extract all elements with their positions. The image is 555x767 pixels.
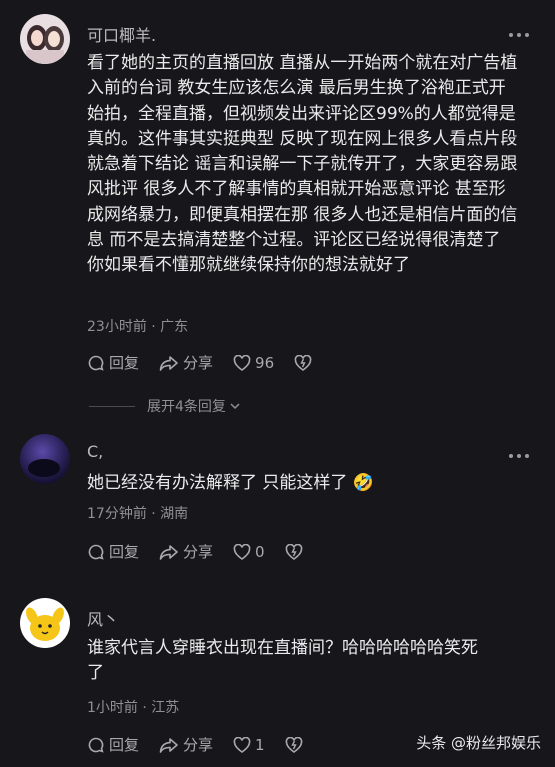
share-icon: [159, 544, 178, 560]
dislike-button[interactable]: [285, 736, 307, 753]
expand-replies-button[interactable]: 展开4条回复: [89, 396, 242, 416]
username[interactable]: 可口椰羊.: [87, 22, 156, 46]
avatar[interactable]: [20, 598, 70, 648]
like-count: 0: [255, 542, 265, 561]
share-button[interactable]: 分享: [159, 352, 213, 373]
divider: [89, 405, 135, 407]
comment-actions: 回复 分享 0: [87, 541, 327, 562]
comment-actions: 回复 分享 96: [87, 352, 336, 373]
username[interactable]: C,: [87, 442, 103, 461]
dislike-button[interactable]: [285, 543, 307, 560]
comment-icon: [88, 544, 104, 560]
share-label: 分享: [183, 354, 214, 372]
more-icon[interactable]: [509, 32, 529, 38]
comment-actions: 回复 分享 1: [87, 734, 327, 755]
avatar[interactable]: [20, 14, 70, 64]
comment-text: 看了她的主页的直播回放 直播从一开始两个就在对广告植 入前的台词 教女生应该怎么…: [87, 53, 518, 276]
comment-text: 她已经没有办法解释了 只能这样了 🤣: [87, 473, 374, 493]
comment-icon: [88, 737, 104, 753]
reply-button[interactable]: 回复: [87, 734, 139, 755]
expand-label: 展开4条回复: [147, 399, 226, 415]
reply-label: 回复: [109, 354, 140, 372]
heart-icon: [233, 354, 251, 371]
reply-button[interactable]: 回复: [87, 541, 139, 562]
heart-icon: [233, 543, 251, 560]
username[interactable]: 风丶: [87, 606, 119, 630]
heart-icon: [233, 736, 251, 753]
reply-button[interactable]: 回复: [87, 352, 139, 373]
comment-icon: [88, 355, 104, 371]
avatar[interactable]: [20, 434, 70, 484]
comment-text: 谁家代言人穿睡衣出现在直播间？哈哈哈哈哈哈笑死 了: [87, 638, 478, 684]
share-icon: [159, 737, 178, 753]
share-button[interactable]: 分享: [159, 541, 213, 562]
more-icon[interactable]: [509, 453, 529, 459]
dislike-button[interactable]: [294, 354, 316, 371]
dislike-heart-icon: [294, 354, 312, 371]
share-button[interactable]: 分享: [159, 734, 213, 755]
comment-meta: 23小时前 · 广东: [87, 319, 189, 335]
like-count: 1: [255, 735, 265, 754]
like-button[interactable]: 0: [233, 543, 265, 561]
dislike-heart-icon: [285, 736, 302, 753]
reply-label: 回复: [109, 543, 140, 561]
share-icon: [159, 355, 178, 371]
share-label: 分享: [183, 543, 214, 561]
dislike-heart-icon: [285, 543, 302, 560]
reply-label: 回复: [109, 736, 140, 754]
comment-meta: 1小时前 · 江苏: [87, 700, 180, 716]
watermark: 头条 @粉丝邦娱乐: [416, 734, 541, 752]
like-button[interactable]: 96: [233, 354, 274, 372]
chevron-down-icon: [230, 403, 240, 410]
share-label: 分享: [183, 736, 214, 754]
comment-meta: 17分钟前 · 湖南: [87, 506, 189, 522]
like-count: 96: [255, 353, 275, 372]
like-button[interactable]: 1: [233, 736, 265, 754]
